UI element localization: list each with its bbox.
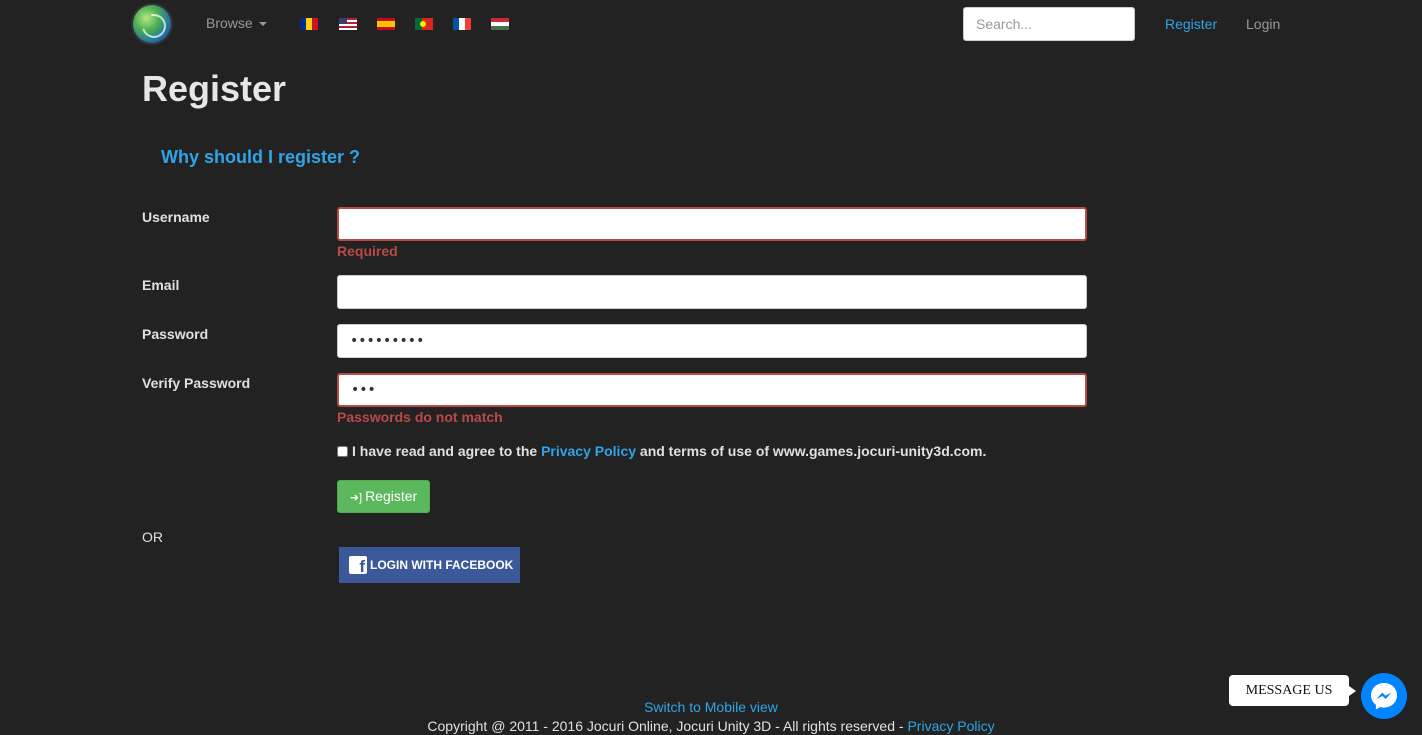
message-us-bubble[interactable]: MESSAGE US [1229,675,1356,706]
flag-portugal-icon[interactable] [415,18,433,30]
footer-privacy-link[interactable]: Privacy Policy [907,718,994,734]
navbar: Browse Register Login [0,0,1422,48]
flag-spain-icon[interactable] [377,18,395,30]
email-field[interactable] [337,275,1087,309]
footer-copyright: Copyright @ 2011 - 2016 Jocuri Online, J… [0,718,1422,734]
nav-login-link[interactable]: Login [1246,16,1280,32]
caret-down-icon [258,22,267,27]
username-field[interactable] [337,207,1087,241]
site-logo[interactable] [133,5,171,43]
agree-suffix: and terms of use of www.games.jocuri-uni… [639,443,987,459]
username-label: Username [142,209,210,225]
facebook-login-label: LOGIN WITH FACEBOOK [370,558,514,572]
flag-france-icon[interactable] [453,18,471,30]
register-button[interactable]: ➜] Register [337,480,430,513]
agree-prefix: I have read and agree to the [352,443,538,459]
browse-dropdown[interactable]: Browse [206,15,267,31]
agree-terms: I have read and agree to the Privacy Pol… [337,443,986,459]
agree-checkbox[interactable] [337,446,348,457]
password-label: Password [142,326,209,342]
or-label: OR [142,529,163,545]
why-register-link[interactable]: Why should I register ? [161,147,360,168]
switch-mobile-link[interactable]: Switch to Mobile view [644,699,778,715]
browse-label: Browse [206,15,253,31]
flag-usa-icon[interactable] [339,18,357,30]
nav-register-link[interactable]: Register [1165,16,1217,32]
messenger-icon [1371,683,1397,710]
verify-password-label: Verify Password [142,375,251,391]
verify-password-field[interactable] [337,373,1087,407]
messenger-button[interactable] [1361,673,1407,719]
register-button-label: Register [365,488,418,504]
search-input[interactable] [963,7,1135,41]
copyright-text: Copyright @ 2011 - 2016 Jocuri Online, J… [427,718,904,734]
username-error: Required [337,243,398,259]
verify-password-error: Passwords do not match [337,409,503,425]
password-field[interactable] [337,324,1087,358]
facebook-login-button[interactable]: f LOGIN WITH FACEBOOK [339,547,520,583]
agree-privacy-link[interactable]: Privacy Policy [541,443,636,459]
page-title: Register [142,68,287,109]
footer-mobile-view: Switch to Mobile view [0,699,1422,715]
flag-romania-icon[interactable] [300,18,318,30]
sign-in-icon: ➜] [349,492,363,504]
email-label: Email [142,277,180,293]
facebook-icon: f [349,556,367,576]
flag-hungary-icon[interactable] [491,18,509,30]
